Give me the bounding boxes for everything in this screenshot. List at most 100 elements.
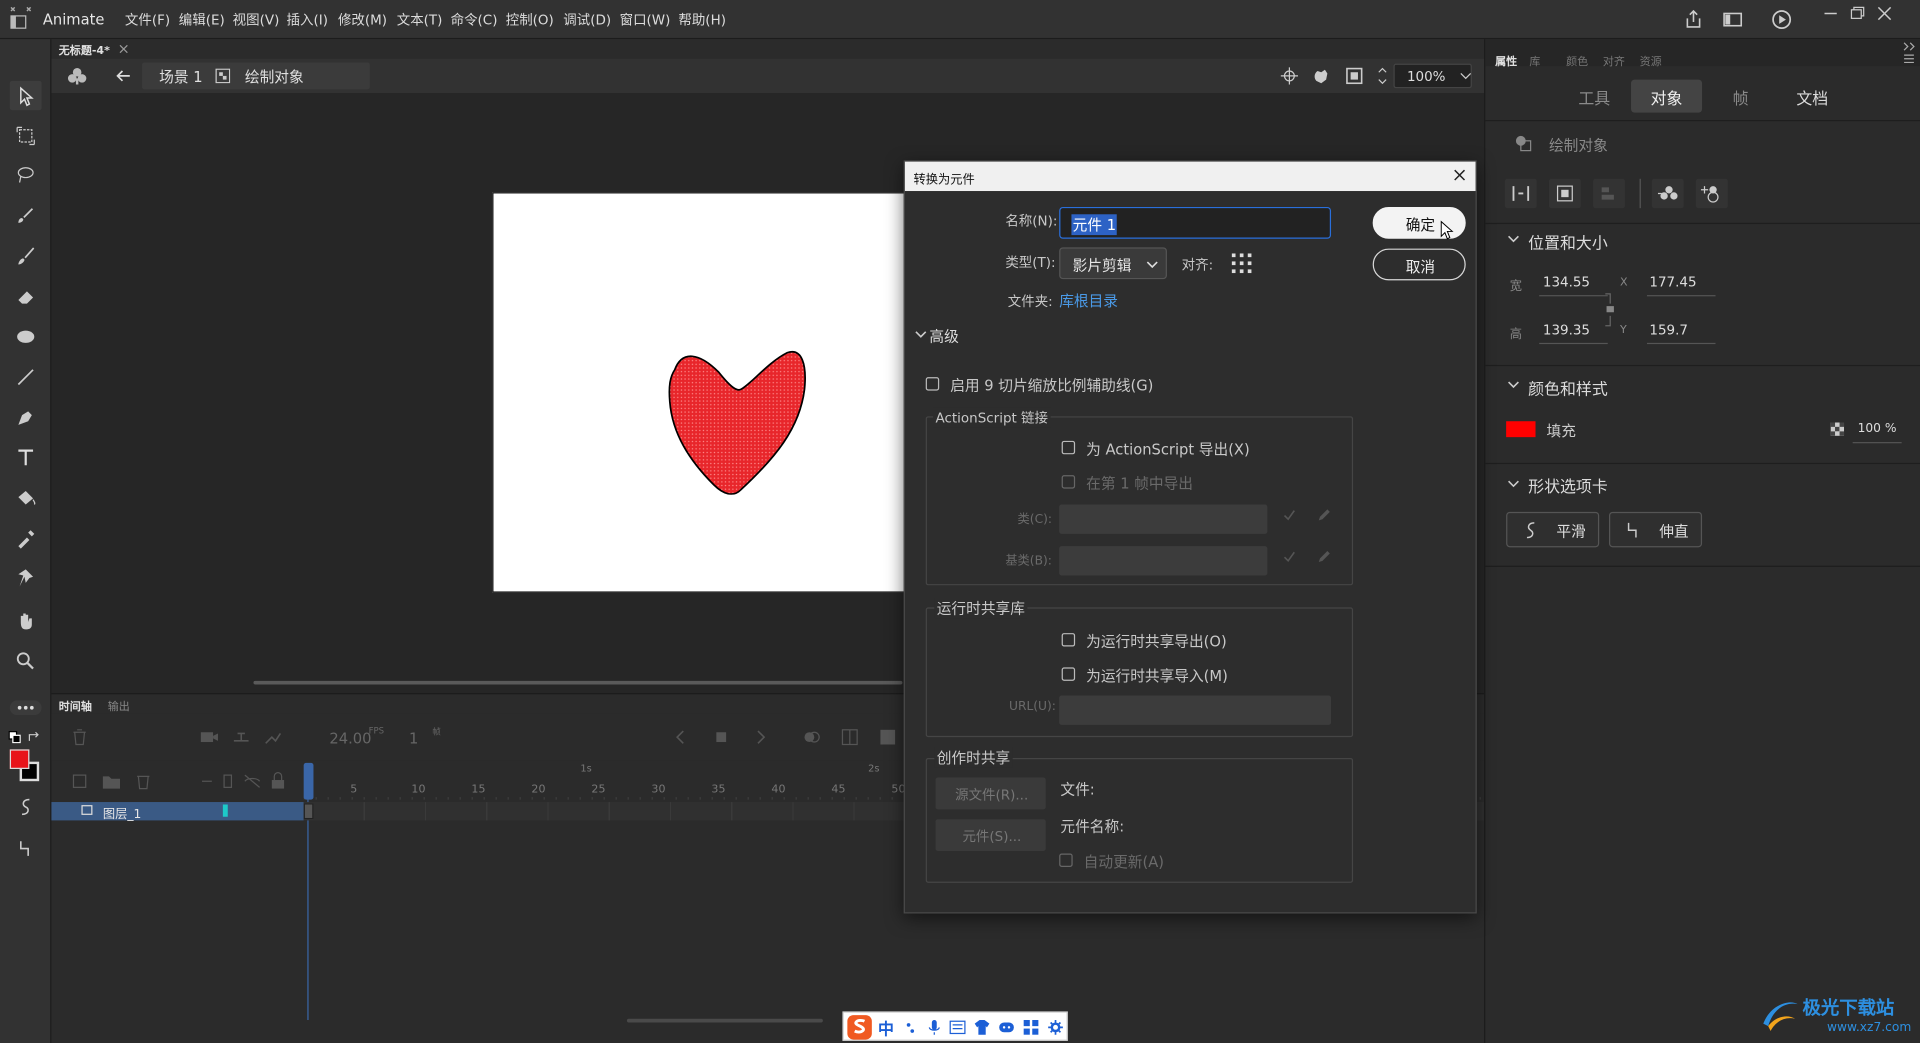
minimize-icon[interactable]: [1820, 2, 1842, 24]
stage-canvas[interactable]: [492, 192, 909, 593]
menu-help[interactable]: 帮助(H): [678, 10, 726, 30]
symbol-name-input[interactable]: 元件 1: [1059, 206, 1332, 239]
outline-icon[interactable]: [217, 770, 239, 792]
subtab-tool[interactable]: 工具: [1578, 86, 1610, 109]
settings-gear-icon[interactable]: [1047, 1019, 1064, 1036]
source-file-button[interactable]: 源文件(R)...: [935, 777, 1046, 810]
shape-options-heading[interactable]: 形状选项卡: [1528, 474, 1608, 497]
lock-all-icon[interactable]: [267, 770, 289, 792]
current-frame[interactable]: 1: [409, 730, 418, 747]
more-tools-icon[interactable]: [9, 700, 42, 716]
new-layer-icon[interactable]: [69, 770, 91, 792]
layer-depth-icon[interactable]: [262, 726, 284, 748]
prev-frame-icon[interactable]: [670, 726, 692, 748]
layer-name[interactable]: 图层_1: [103, 803, 141, 821]
onion-skin-icon[interactable]: [801, 726, 823, 748]
clip-canvas-icon[interactable]: [1343, 65, 1365, 87]
toolbox-grid-icon[interactable]: [1022, 1019, 1039, 1036]
panel-tab-properties[interactable]: 属性: [1495, 53, 1517, 68]
menu-text[interactable]: 文本(T): [397, 10, 443, 30]
hide-all-icon[interactable]: [241, 770, 263, 792]
breadcrumb-object[interactable]: 绘制对象: [245, 66, 304, 87]
menu-edit[interactable]: 编辑(E): [179, 10, 225, 30]
chevron-down-icon[interactable]: [1507, 380, 1519, 390]
y-field[interactable]: 159.7: [1646, 317, 1716, 345]
nine-slice-checkbox[interactable]: [925, 377, 940, 391]
runtime-export-checkbox[interactable]: [1061, 633, 1076, 647]
chevron-down-icon[interactable]: [1507, 234, 1519, 244]
runtime-import-checkbox[interactable]: [1061, 667, 1076, 681]
class-field[interactable]: [1059, 504, 1268, 534]
chevron-down-icon[interactable]: [1507, 479, 1519, 489]
panel-tab-library[interactable]: 库: [1529, 53, 1540, 68]
fill-alpha-field[interactable]: 100 %: [1852, 416, 1902, 444]
paint-brush-icon[interactable]: [15, 204, 37, 226]
export-frame1-checkbox[interactable]: [1061, 475, 1076, 489]
keyboard-icon[interactable]: [949, 1020, 966, 1035]
breadcrumb-scene[interactable]: 场景 1: [159, 66, 202, 87]
subtab-frame[interactable]: 帧: [1733, 86, 1749, 109]
zoom-dropdown-icon[interactable]: [1460, 71, 1472, 81]
rotate-stage-icon[interactable]: [1310, 65, 1332, 87]
edit-pencil-icon[interactable]: [1316, 508, 1331, 523]
url-field[interactable]: [1059, 695, 1332, 725]
camera-icon[interactable]: [198, 726, 220, 748]
dialog-close-icon[interactable]: [1452, 168, 1467, 183]
horizontal-scrollbar[interactable]: [253, 680, 903, 685]
fill-color-swatch[interactable]: [9, 749, 30, 769]
playhead[interactable]: [303, 762, 314, 800]
hand-tool-icon[interactable]: [15, 610, 37, 632]
keyframe[interactable]: [303, 803, 314, 820]
advanced-chevron-icon[interactable]: [915, 329, 927, 339]
registration-grid-icon[interactable]: [1231, 252, 1253, 274]
brush-icon[interactable]: [15, 245, 37, 267]
show-all-icon[interactable]: [196, 770, 218, 792]
smooth-button[interactable]: 平滑: [1506, 511, 1600, 548]
lasso-icon[interactable]: [15, 164, 37, 186]
workspace-icon[interactable]: [1722, 9, 1744, 31]
dialog-title-bar[interactable]: 转换为元件: [904, 161, 1476, 192]
new-folder-icon[interactable]: [100, 770, 122, 792]
selection-tool[interactable]: [9, 80, 42, 111]
panel-menu-icon[interactable]: [1902, 54, 1917, 64]
zoom-tool-icon[interactable]: [15, 650, 37, 672]
punctuation-icon[interactable]: [905, 1020, 917, 1035]
app-menu-grip-icon[interactable]: [7, 4, 34, 31]
restore-icon[interactable]: [1847, 2, 1869, 24]
smooth-icon[interactable]: [15, 796, 37, 818]
base-class-field[interactable]: [1059, 546, 1268, 576]
menu-file[interactable]: 文件(F): [125, 10, 170, 30]
group-button[interactable]: [1593, 178, 1625, 209]
validate-check-icon[interactable]: [1282, 550, 1297, 565]
straighten-button[interactable]: 伸直: [1608, 511, 1703, 548]
layer-parent-icon[interactable]: [230, 726, 252, 748]
paint-bucket-icon[interactable]: [15, 487, 37, 509]
color-style-heading[interactable]: 颜色和样式: [1528, 376, 1608, 399]
width-field[interactable]: 134.55: [1539, 269, 1608, 297]
panel-tab-color[interactable]: 颜色: [1566, 53, 1588, 68]
symbol-type-dropdown-frame[interactable]: 影片剪辑: [1059, 247, 1167, 280]
test-movie-icon[interactable]: [1771, 9, 1793, 31]
default-colors-icon[interactable]: [8, 731, 21, 744]
ime-language[interactable]: 中: [878, 1016, 894, 1039]
skin-shirt-icon[interactable]: [973, 1019, 990, 1036]
straighten-icon[interactable]: [15, 838, 37, 860]
line-tool-icon[interactable]: [15, 366, 37, 388]
convert-drawing-button[interactable]: [1548, 178, 1581, 209]
menu-window[interactable]: 窗口(W): [620, 10, 671, 30]
menu-insert[interactable]: 插入(I): [287, 10, 328, 30]
add-symbol-button[interactable]: [1695, 178, 1728, 209]
advanced-toggle[interactable]: 高级: [929, 326, 958, 347]
document-tab[interactable]: 无标题-4*: [59, 42, 110, 57]
pen-tool-icon[interactable]: [15, 407, 37, 429]
stop-icon[interactable]: [710, 726, 732, 748]
center-stage-icon[interactable]: [1278, 65, 1300, 87]
output-tab[interactable]: 输出: [108, 698, 130, 714]
export-actionscript-checkbox[interactable]: [1061, 440, 1076, 455]
delete-layer-icon[interactable]: [69, 726, 91, 748]
edit-symbols-icon[interactable]: [66, 65, 88, 87]
free-transform-icon[interactable]: [15, 125, 37, 147]
cancel-button[interactable]: 取消: [1372, 248, 1466, 281]
collapse-panel-icon[interactable]: [1902, 42, 1917, 52]
menu-command[interactable]: 命令(C): [451, 10, 498, 30]
